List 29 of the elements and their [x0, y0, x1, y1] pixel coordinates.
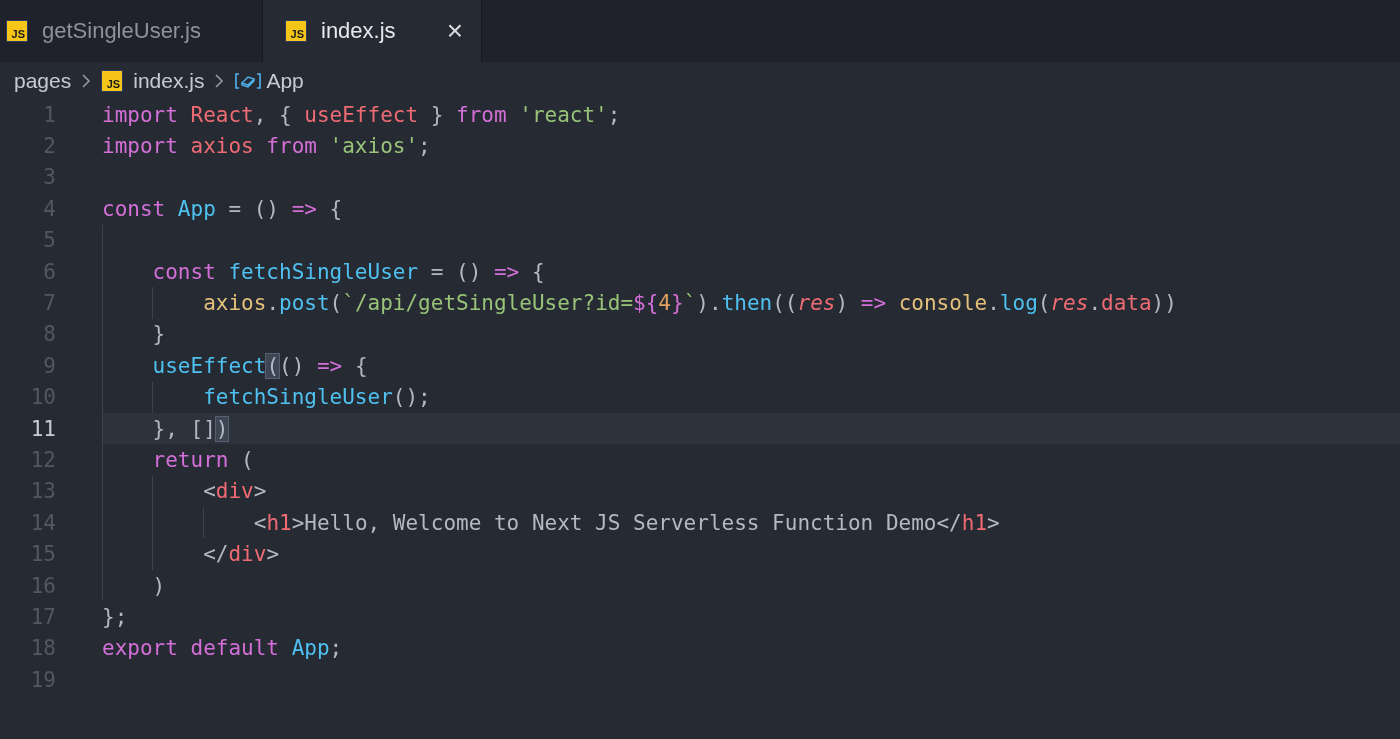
- code-line: axios.post(`/api/getSingleUser?id=${4}`).then((res) => console.log(res.data)): [202, 291, 1177, 316]
- code-line: import React, { useEffect } from 'react';: [102, 102, 621, 127]
- chevron-right-icon: [214, 72, 225, 89]
- line-number: 11: [29, 416, 56, 441]
- code-line: <h1>Hello, Welcome to Next JS Serverless Function Demo</h1>: [252, 510, 1000, 535]
- code-line: fetchSingleUser();: [202, 385, 431, 410]
- close-icon[interactable]: ×: [446, 17, 463, 45]
- code-line: const fetchSingleUser = () => {: [151, 259, 545, 284]
- code-line: ): [151, 573, 166, 598]
- js-file-icon: JS: [285, 20, 307, 42]
- code-line: <div>: [202, 479, 267, 504]
- code-line: useEffect(() => {: [151, 353, 368, 378]
- chevron-right-icon: [81, 72, 92, 89]
- js-file-icon: JS: [101, 69, 124, 92]
- code-line: export default App;: [102, 636, 343, 661]
- code-line: return (: [151, 448, 254, 472]
- editor-tab[interactable]: JS index.js ×: [262, 0, 482, 62]
- code-line: }, []): [151, 416, 229, 441]
- code-line: };: [102, 604, 128, 629]
- code-line: }: [151, 322, 166, 347]
- breadcrumb-item[interactable]: index.js: [133, 68, 205, 93]
- code-line: import axios from 'axios';: [102, 134, 431, 159]
- js-file-icon: JS: [6, 20, 28, 42]
- breadcrumb-item[interactable]: pages: [14, 68, 72, 93]
- code-line: </div>: [202, 542, 280, 567]
- code-line: const App = () => {: [102, 196, 343, 221]
- breadcrumb-item[interactable]: App: [266, 68, 304, 93]
- editor-tab[interactable]: JS getSingleUser.js: [0, 0, 262, 62]
- variable-symbol-icon: [234, 70, 263, 91]
